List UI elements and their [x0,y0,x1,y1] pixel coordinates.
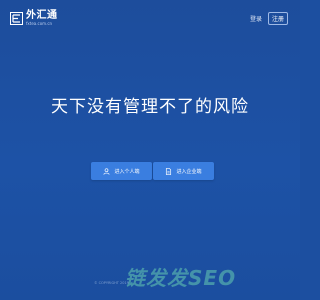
logo-name: 外汇通 [26,10,58,21]
watermark: 链发发SEO [125,266,237,290]
logo-mark-icon [10,12,23,25]
logo[interactable]: 外汇通 fxtea.com.cn [10,11,58,26]
header-nav: 登录 注册 [250,12,288,25]
personal-entry-button[interactable]: 进入个人端 [91,162,152,180]
company-entry-label: 进入企业端 [176,168,202,175]
copyright-text: © COPYRIGHT 2019 [94,281,129,285]
register-button[interactable]: 注册 [267,12,288,25]
personal-entry-label: 进入个人端 [114,168,140,175]
document-icon [166,167,172,175]
hero-title: 天下没有管理不了的风险 [51,97,249,117]
logo-domain: fxtea.com.cn [26,21,53,26]
landing-page: 外汇通 fxtea.com.cn 登录 注册 天下没有管理不了的风险 进入个人端… [0,0,300,300]
company-entry-button[interactable]: 进入企业端 [153,162,214,180]
logo-text: 外汇通 fxtea.com.cn [26,11,58,26]
user-icon [104,167,110,175]
login-link[interactable]: 登录 [250,14,262,23]
